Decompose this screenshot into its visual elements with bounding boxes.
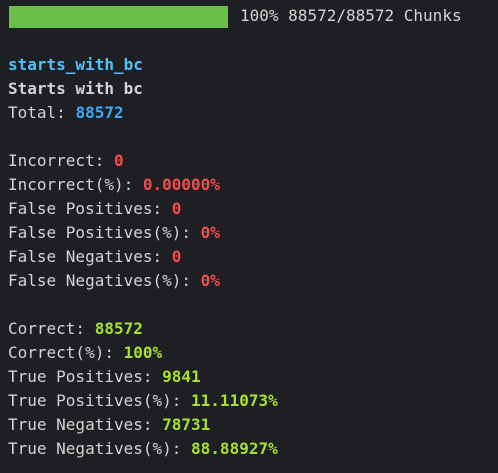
error-value: 0 [171,247,182,266]
result-label: True Positives: [8,367,163,386]
progress-bar [9,6,228,28]
result-label: True Negatives(%): [8,439,192,458]
result-value: 88572 [94,319,143,338]
result-value: 9841 [162,367,201,386]
error-label: False Positives(%): [8,223,201,242]
error-label: False Positives: [8,199,172,218]
error-label: False Negatives: [8,247,172,266]
result-line: True Negatives(%): 88.88927% [8,437,278,461]
error-value: 0.00000% [142,175,220,194]
error-line: False Negatives: 0 [8,245,181,269]
error-label: False Negatives(%): [8,271,201,290]
result-label: True Positives(%): [8,391,192,410]
error-line: Incorrect: 0 [8,149,124,173]
progress-unit: Chunks [403,6,462,25]
result-line: Correct(%): 100% [8,341,162,365]
error-line: False Negatives(%): 0% [8,269,220,293]
result-line: True Positives(%): 11.11073% [8,389,278,413]
error-value: 0 [113,151,124,170]
result-line: True Positives: 9841 [8,365,201,389]
result-value: 11.11073% [191,391,278,410]
result-label: Correct: [8,319,95,338]
progress-text: 100% 88572/88572 Chunks [240,4,462,28]
terminal-output: 100% 88572/88572 Chunks starts_with_bc S… [0,0,498,473]
total-value: 88572 [75,103,124,122]
result-line: Correct: 88572 [8,317,143,341]
error-value: 0% [200,271,220,290]
result-value: 100% [123,343,163,362]
error-line: Incorrect(%): 0.00000% [8,173,220,197]
total-line: Total: 88572 [8,101,124,125]
result-value: 78731 [162,415,211,434]
result-label: True Negatives: [8,415,163,434]
result-value: 88.88927% [191,439,278,458]
error-line: False Positives(%): 0% [8,221,220,245]
error-label: Incorrect(%): [8,175,143,194]
progress-percent: 100% [240,6,279,25]
total-label: Total: [8,103,76,122]
error-value: 0 [171,199,182,218]
error-label: Incorrect: [8,151,114,170]
progress-bar-fill [9,6,228,28]
progress-count: 88572/88572 [288,6,395,25]
error-line: False Positives: 0 [8,197,181,221]
test-description: Starts with bc [8,79,143,98]
test-name: starts_with_bc [8,55,143,74]
result-line: True Negatives: 78731 [8,413,210,437]
result-label: Correct(%): [8,343,124,362]
progress-row: 100% 88572/88572 Chunks [0,3,498,28]
error-value: 0% [200,223,220,242]
